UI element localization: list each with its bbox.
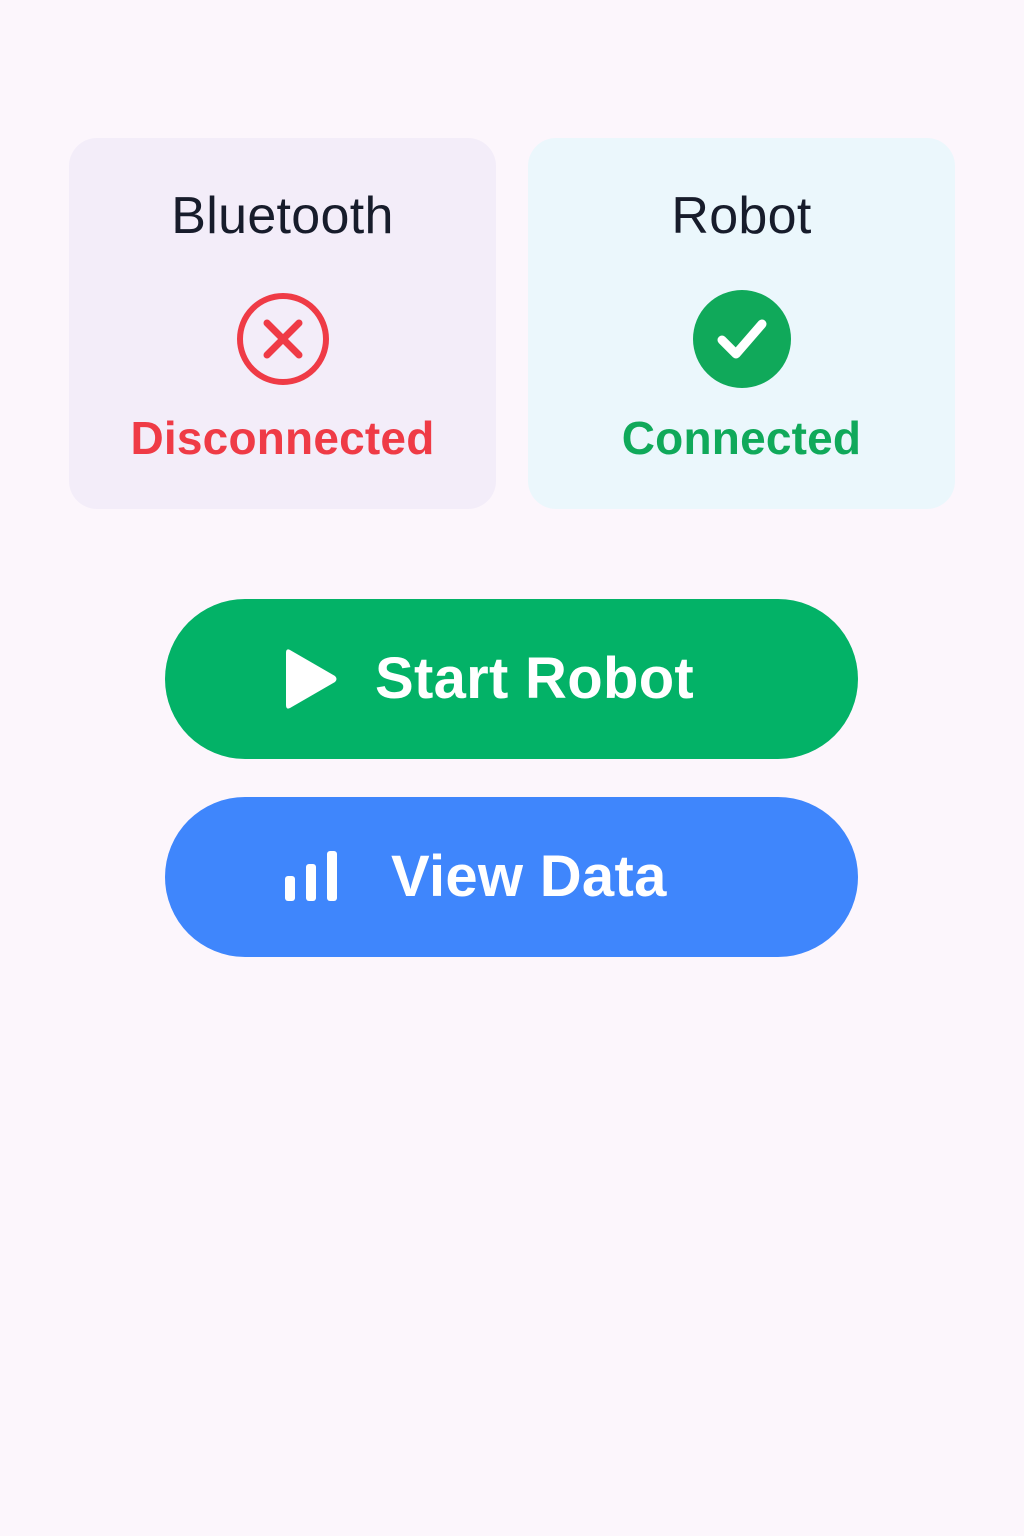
bluetooth-status-text: Disconnected [130,412,435,464]
start-robot-label: Start Robot [375,646,695,711]
view-data-button[interactable]: View Data [165,797,858,957]
check-circle-icon [692,290,791,388]
view-data-label: View Data [391,844,667,909]
robot-status-text: Connected [621,412,862,464]
x-circle-icon [236,293,329,385]
bluetooth-card-title: Bluetooth [171,187,394,245]
start-robot-button[interactable]: Start Robot [165,599,858,759]
robot-status-card: Robot Connected [528,138,955,509]
robot-card-title: Robot [671,187,812,245]
bluetooth-status-card: Bluetooth Disconnected [69,138,496,509]
bar-chart-icon [285,851,337,901]
play-icon [286,649,337,709]
